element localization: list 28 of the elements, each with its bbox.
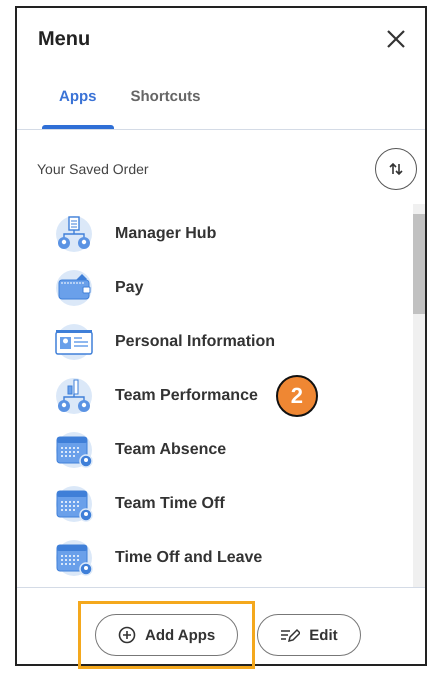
- app-item[interactable]: Time Off and Leave: [115, 549, 262, 567]
- menu-title: Menu: [38, 28, 90, 50]
- calendar-person-icon: [54, 430, 94, 470]
- app-item[interactable]: Team Performance: [115, 387, 258, 405]
- close-button[interactable]: [385, 28, 407, 50]
- close-icon: [387, 30, 405, 48]
- sort-arrows-icon: [389, 162, 403, 176]
- app-item[interactable]: Personal Information: [115, 333, 276, 351]
- edit-list-icon: [280, 627, 300, 643]
- calendar-person-icon: [54, 538, 94, 578]
- app-item[interactable]: Team Time Off: [115, 495, 225, 513]
- scrollbar[interactable]: [413, 204, 425, 587]
- sort-button[interactable]: [375, 148, 417, 190]
- app-item[interactable]: Pay: [115, 279, 144, 297]
- add-apps-button[interactable]: Add Apps: [95, 614, 238, 656]
- tab[interactable]: Shortcuts: [114, 70, 218, 129]
- wallet-icon: [54, 268, 94, 308]
- id-card-icon: [54, 322, 94, 362]
- org-chart-icon: [54, 214, 94, 254]
- plus-circle-icon: [118, 626, 136, 644]
- app-item[interactable]: Manager Hub: [115, 225, 216, 243]
- team-chart-icon: [54, 376, 94, 416]
- step-number-callout: 2: [276, 375, 318, 417]
- tab[interactable]: Apps: [42, 70, 114, 129]
- edit-button[interactable]: Edit: [257, 614, 361, 656]
- calendar-person-icon: [54, 484, 94, 524]
- app-item[interactable]: Team Absence: [115, 441, 226, 459]
- section-label: Your Saved Order: [37, 160, 149, 176]
